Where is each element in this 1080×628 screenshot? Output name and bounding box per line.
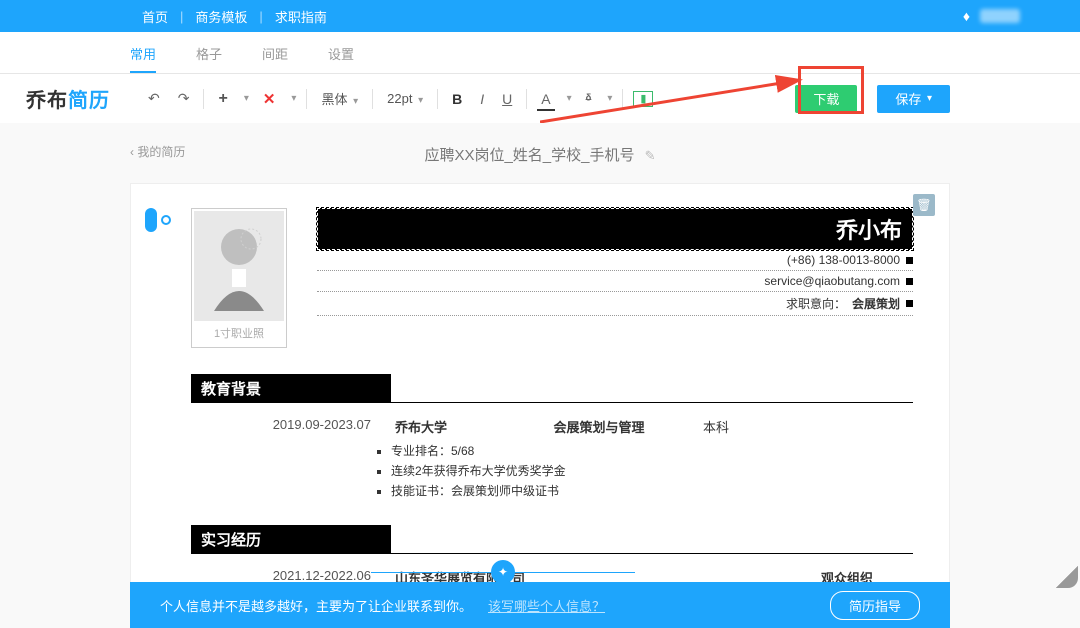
italic-button[interactable]: I xyxy=(476,89,488,109)
top-nav: 首页 | 商务模板 | 求职指南 ♦ xyxy=(0,0,1080,32)
edu-school: 乔布大学 xyxy=(395,417,495,436)
avatar-icon xyxy=(204,221,274,311)
profile-phone[interactable]: (+86) 138-0013-8000 xyxy=(317,250,913,271)
add-button[interactable]: + xyxy=(214,88,231,110)
tab-settings[interactable]: 设置 xyxy=(328,38,354,73)
resume-canvas: 🗑 1寸职业照 乔小布 (+86) 138-0013-8000 service@… xyxy=(130,183,950,628)
nav-guide[interactable]: 求职指南 xyxy=(263,7,339,26)
edu-bullets[interactable]: 专业排名：5/68 连续2年获得乔布大学优秀奖学金 技能证书：会展策划师中级证书 xyxy=(391,442,913,499)
resume-guide-button[interactable]: 简历指导 xyxy=(830,591,920,620)
delete-dropdown-icon[interactable]: ▾ xyxy=(291,93,296,104)
add-dropdown-icon[interactable]: ▾ xyxy=(244,93,249,104)
nav-home[interactable]: 首页 xyxy=(130,7,180,26)
tab-common[interactable]: 常用 xyxy=(130,38,156,73)
list-item: 专业排名：5/68 xyxy=(391,442,913,459)
site-logo[interactable]: 乔布简历 xyxy=(26,84,110,113)
resize-corner-icon xyxy=(1056,566,1078,588)
logo-text-b: 简历 xyxy=(68,90,110,112)
education-row[interactable]: 2019.09-2023.07 乔布大学 会展策划与管理 本科 xyxy=(251,417,913,436)
photo-placeholder[interactable]: 1寸职业照 xyxy=(191,208,287,348)
inline-edit-icon[interactable]: ✦ xyxy=(491,560,515,584)
color-dropdown-icon[interactable]: ▾ xyxy=(567,93,572,104)
underline-button[interactable]: U xyxy=(498,89,516,109)
save-button[interactable]: 保存 ▾ xyxy=(877,85,950,113)
user-name-blurred[interactable] xyxy=(980,9,1020,23)
editor-tabs: 常用 格子 间距 设置 xyxy=(0,32,1080,74)
download-button[interactable]: 下载 xyxy=(795,85,857,113)
section-title-intern[interactable]: 实习经历 xyxy=(191,525,391,554)
section-title-education[interactable]: 教育背景 xyxy=(191,374,391,403)
tip-footer: 个人信息并不是越多越好，主要为了让企业联系到你。 该写哪些个人信息？ 简历指导 xyxy=(130,582,950,628)
tip-link[interactable]: 该写哪些个人信息？ xyxy=(488,596,605,615)
tab-spacing[interactable]: 间距 xyxy=(262,38,288,73)
edit-title-icon[interactable]: ✎ xyxy=(645,148,656,163)
document-title-row: 应聘XX岗位_姓名_学校_手机号 ✎ xyxy=(130,144,950,165)
document-title[interactable]: 应聘XX岗位_姓名_学校_手机号 xyxy=(424,147,634,164)
delete-button[interactable]: ✕ xyxy=(259,88,280,110)
tab-grid[interactable]: 格子 xyxy=(196,38,222,73)
undo-icon[interactable]: ↶ xyxy=(144,88,164,109)
edu-major: 会展策划与管理 xyxy=(519,417,679,436)
nav-templates[interactable]: 商务模板 xyxy=(183,7,259,26)
profile-email[interactable]: service@qiaobutang.com xyxy=(317,271,913,292)
strike-format-button[interactable]: ᵟ xyxy=(582,89,596,109)
photo-caption: 1寸职业照 xyxy=(194,321,284,345)
toolbar: 乔布简历 ↶ ↷ + ▾ ✕ ▾ 黑体 ▾ 22pt ▾ B I U A ▾ ᵟ ▾ ▮… xyxy=(0,74,1080,123)
content-area: 我的简历 应聘XX岗位_姓名_学校_手机号 ✎ 🗑 1寸职业照 xyxy=(0,123,1080,628)
text-color-button[interactable]: A xyxy=(537,89,554,109)
bold-button[interactable]: B xyxy=(448,89,466,109)
redo-icon[interactable]: ↷ xyxy=(174,88,194,109)
profile-intent[interactable]: 求职意向：会展策划 xyxy=(317,292,913,316)
edu-degree: 本科 xyxy=(703,417,763,436)
profile-info: 乔小布 (+86) 138-0013-8000 service@qiaobuta… xyxy=(317,208,913,348)
list-item: 连续2年获得乔布大学优秀奖学金 xyxy=(391,462,913,479)
delete-section-icon[interactable]: 🗑 xyxy=(913,194,935,216)
profile-name[interactable]: 乔小布 xyxy=(317,208,913,250)
section-drag-handle[interactable] xyxy=(145,208,171,232)
insert-profile-icon[interactable]: ▮ xyxy=(633,91,653,107)
tip-text: 个人信息并不是越多越好，主要为了让企业联系到你。 xyxy=(160,596,472,615)
vip-diamond-icon[interactable]: ♦ xyxy=(963,8,970,24)
edu-date: 2019.09-2023.07 xyxy=(251,417,371,436)
logo-text-a: 乔布 xyxy=(26,90,68,112)
strike-dropdown-icon[interactable]: ▾ xyxy=(607,93,612,104)
font-family-select[interactable]: 黑体 ▾ xyxy=(317,87,362,110)
font-size-select[interactable]: 22pt ▾ xyxy=(383,89,427,108)
list-item: 技能证书：会展策划师中级证书 xyxy=(391,482,913,499)
